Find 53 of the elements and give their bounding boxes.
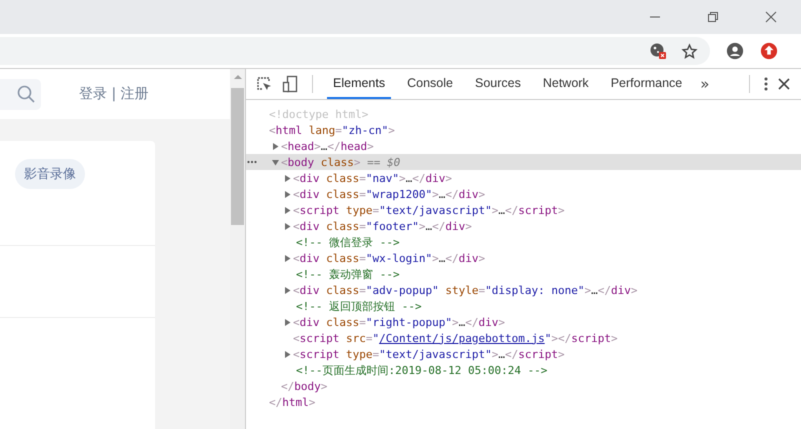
update-icon[interactable] [760, 42, 778, 60]
devtools-tab[interactable]: Network [536, 69, 595, 99]
code-line: <div class="wrap1200">…</div> [293, 188, 486, 200]
profile-icon[interactable] [726, 42, 744, 60]
scrollbar[interactable] [230, 69, 246, 429]
collapsed-triangle-icon[interactable] [284, 174, 291, 182]
code-line: <!-- 轰动弹窗 --> [296, 266, 400, 282]
kebab-menu-icon[interactable] [764, 77, 768, 91]
devtools-tab[interactable]: Sources [468, 69, 527, 99]
code-line: <!-- 微信登录 --> [296, 234, 400, 250]
devtools-tab[interactable]: Elements [327, 69, 392, 99]
search-field[interactable] [0, 78, 41, 110]
code-line: <script src="/Content/js/pagebottom.js"></script> [293, 332, 618, 344]
devtools-tab[interactable]: Performance [604, 69, 688, 99]
code-line: <!doctype html> [269, 108, 368, 120]
code-line: <script type="text/javascript">…</script> [293, 348, 565, 360]
star-icon[interactable] [681, 42, 698, 60]
login-register-links[interactable]: 登录 | 注册 [79, 85, 149, 103]
code-line: <head>…</head> [281, 140, 374, 152]
collapsed-triangle-icon[interactable] [284, 318, 291, 326]
more-tabs-button[interactable]: » [698, 75, 712, 93]
search-icon [17, 85, 35, 103]
code-line: <div class="right-popup">…</div> [293, 316, 505, 328]
collapsed-triangle-icon[interactable] [284, 206, 291, 214]
collapsed-triangle-icon[interactable] [284, 222, 291, 230]
code-line: <body class> == $0 [281, 156, 400, 168]
code-line: <script type="text/javascript">…</script> [293, 204, 565, 216]
code-line: <html lang="zh-cn"> [269, 124, 395, 136]
expanded-triangle-icon[interactable] [272, 158, 279, 166]
inspect-icon[interactable] [256, 76, 272, 92]
code-line: <div class="nav">…</div> [293, 172, 452, 184]
collapsed-triangle-icon[interactable] [284, 254, 291, 262]
selected-row[interactable]: <body class> == $0 [246, 154, 801, 170]
code-line: </html> [269, 396, 316, 408]
collapsed-triangle-icon[interactable] [272, 142, 279, 150]
collapsed-triangle-icon[interactable] [284, 190, 291, 198]
scroll-thumb[interactable] [231, 88, 244, 225]
code-line: <div class="wx-login">…</div> [293, 252, 486, 264]
code-line: <div class="adv-popup" style="display: none">…</div> [293, 284, 638, 296]
code-line: <div class="footer">…</div> [293, 220, 472, 232]
devtools-tab[interactable]: Console [401, 69, 459, 99]
close-icon[interactable] [778, 78, 790, 90]
collapsed-triangle-icon[interactable] [284, 350, 291, 358]
restore-icon[interactable] [707, 11, 719, 23]
device-icon[interactable] [282, 75, 298, 93]
code-line: <!--页面生成时间:2019-08-12 05:00:24 --> [296, 362, 548, 378]
code-line: <!-- 返回顶部按钮 --> [296, 298, 422, 314]
more-icon[interactable] [247, 160, 257, 164]
collapsed-triangle-icon[interactable] [284, 286, 291, 294]
category-tag[interactable]: 影音录像 [15, 159, 85, 189]
cookie-blocked-icon[interactable] [649, 42, 667, 60]
code-line: </body> [281, 380, 328, 392]
close-icon[interactable] [765, 11, 777, 23]
